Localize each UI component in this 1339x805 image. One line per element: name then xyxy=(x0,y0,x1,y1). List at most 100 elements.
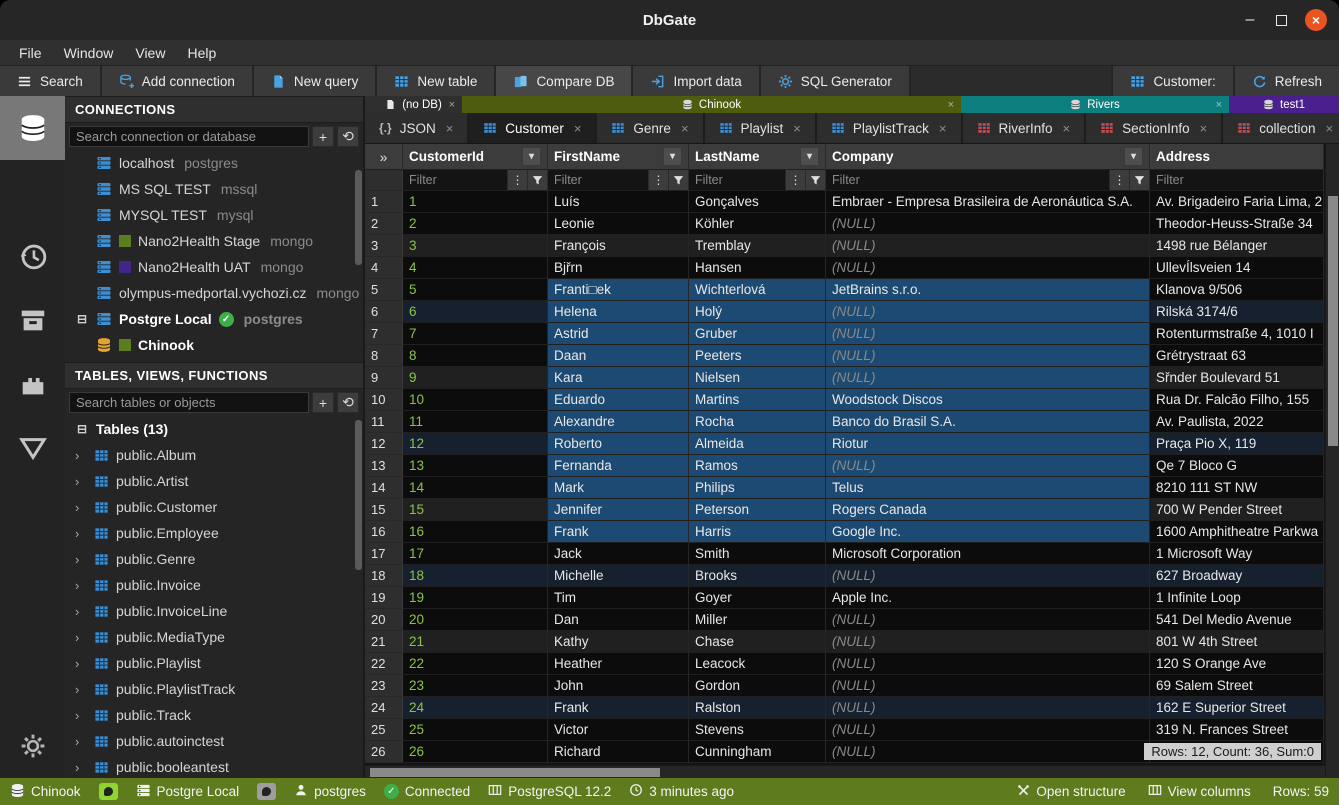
row-number[interactable]: 24 xyxy=(365,697,403,719)
cell-lastname[interactable]: Peterson xyxy=(689,499,826,521)
kebab-menu-icon[interactable]: ⋮ xyxy=(648,170,668,190)
cell-address[interactable]: Av. Brigadeiro Faria Lima, 2 xyxy=(1150,191,1324,213)
expand-chevron-icon[interactable]: › xyxy=(75,500,87,515)
cell-firstname[interactable]: John xyxy=(548,675,689,697)
expand-chevron-icon[interactable]: › xyxy=(75,656,87,671)
cell-firstname[interactable]: Helena xyxy=(548,301,689,323)
expand-chevron-icon[interactable]: › xyxy=(75,760,87,775)
cell-company[interactable]: Riotur xyxy=(826,433,1150,455)
funnel-icon[interactable] xyxy=(527,170,547,190)
table-item[interactable]: ›public.Track xyxy=(65,702,363,728)
cell-customerid[interactable]: 21 xyxy=(403,631,548,653)
cell-address[interactable]: 120 S Orange Ave xyxy=(1150,653,1324,675)
cell-lastname[interactable]: Cunningham xyxy=(689,741,826,763)
cell-company[interactable]: (NULL) xyxy=(826,455,1150,477)
cell-lastname[interactable]: Miller xyxy=(689,609,826,631)
cell-lastname[interactable]: Gordon xyxy=(689,675,826,697)
table-item[interactable]: ›public.Album xyxy=(65,442,363,468)
row-number[interactable]: 10 xyxy=(365,389,403,411)
menu-window[interactable]: Window xyxy=(55,43,123,63)
cell-company[interactable]: (NULL) xyxy=(826,609,1150,631)
cell-company[interactable]: JetBrains s.r.o. xyxy=(826,279,1150,301)
row-number[interactable]: 16 xyxy=(365,521,403,543)
cell-address[interactable]: Rua Dr. Falcão Filho, 155 xyxy=(1150,389,1324,411)
cell-firstname[interactable]: Kara xyxy=(548,367,689,389)
open-structure-button[interactable]: Open structure xyxy=(1017,784,1125,800)
cell-address[interactable]: Qe 7 Bloco G xyxy=(1150,455,1324,477)
cell-company[interactable]: (NULL) xyxy=(826,719,1150,741)
cell-lastname[interactable]: Gruber xyxy=(689,323,826,345)
funnel-icon[interactable] xyxy=(805,170,825,190)
cell-firstname[interactable]: Astrid xyxy=(548,323,689,345)
row-number[interactable]: 3 xyxy=(365,235,403,257)
tab-group-rivers[interactable]: Rivers× xyxy=(961,96,1229,113)
cell-lastname[interactable]: Wichterlová xyxy=(689,279,826,301)
row-number[interactable]: 18 xyxy=(365,565,403,587)
close-icon[interactable]: × xyxy=(793,121,801,136)
tab-genre[interactable]: Genre× xyxy=(597,113,704,143)
cell-lastname[interactable]: Ramos xyxy=(689,455,826,477)
cell-company[interactable]: (NULL) xyxy=(826,235,1150,257)
kebab-menu-icon[interactable]: ⋮ xyxy=(507,170,527,190)
view-columns-button[interactable]: View columns xyxy=(1148,783,1251,800)
cell-address[interactable]: Theodor-Heuss-Straße 34 xyxy=(1150,213,1324,235)
cell-customerid[interactable]: 26 xyxy=(403,741,548,763)
cell-lastname[interactable]: Hansen xyxy=(689,257,826,279)
close-icon[interactable]: × xyxy=(446,121,454,136)
cell-company[interactable]: Woodstock Discos xyxy=(826,389,1150,411)
connection-color-button[interactable] xyxy=(257,783,276,800)
menu-view[interactable]: View xyxy=(126,43,174,63)
cell-company[interactable]: (NULL) xyxy=(826,741,1150,763)
tables-search-input[interactable]: Search tables or objects xyxy=(69,392,309,413)
cell-address[interactable]: Grétrystraat 63 xyxy=(1150,345,1324,367)
cell-customerid[interactable]: 15 xyxy=(403,499,548,521)
cell-firstname[interactable]: Frank xyxy=(548,697,689,719)
tables-scrollbar-thumb[interactable] xyxy=(355,420,362,570)
cell-firstname[interactable]: Luís xyxy=(548,191,689,213)
cell-firstname[interactable]: Victor xyxy=(548,719,689,741)
maximize-button[interactable] xyxy=(1276,15,1287,26)
menu-file[interactable]: File xyxy=(10,43,51,63)
cell-company[interactable]: (NULL) xyxy=(826,675,1150,697)
filter-input[interactable]: Filter xyxy=(548,170,648,190)
cell-firstname[interactable]: Eduardo xyxy=(548,389,689,411)
filter-input[interactable]: Filter xyxy=(826,170,1109,190)
table-item[interactable]: ›public.booleantest xyxy=(65,754,363,778)
cell-address[interactable]: 162 E Superior Street xyxy=(1150,697,1324,719)
cell-firstname[interactable]: Richard xyxy=(548,741,689,763)
cell-lastname[interactable]: Tremblay xyxy=(689,235,826,257)
connection-item[interactable]: MYSQL TESTmysql xyxy=(65,202,363,228)
cell-firstname[interactable]: Daan xyxy=(548,345,689,367)
filter-input[interactable]: Filter xyxy=(1150,170,1323,190)
connection-item[interactable]: MS SQL TESTmssql xyxy=(65,176,363,202)
cell-lastname[interactable]: Ralston xyxy=(689,697,826,719)
connection-item[interactable]: olympus-medportal.vychozi.czmongo xyxy=(65,280,363,306)
column-header-address[interactable]: Address xyxy=(1150,144,1324,170)
cell-customerid[interactable]: 13 xyxy=(403,455,548,477)
cell-address[interactable]: 1 Infinite Loop xyxy=(1150,587,1324,609)
row-number[interactable]: 12 xyxy=(365,433,403,455)
cell-address[interactable]: Rilská 3174/6 xyxy=(1150,301,1324,323)
row-number[interactable]: 1 xyxy=(365,191,403,213)
table-item[interactable]: ›public.Genre xyxy=(65,546,363,572)
cell-company[interactable]: (NULL) xyxy=(826,257,1150,279)
expand-chevron-icon[interactable]: › xyxy=(75,708,87,723)
cell-lastname[interactable]: Rocha xyxy=(689,411,826,433)
chevron-down-icon[interactable]: ▾ xyxy=(663,147,682,166)
connections-scrollbar-thumb[interactable] xyxy=(355,170,362,265)
cell-lastname[interactable]: Leacock xyxy=(689,653,826,675)
rail-filter-icon[interactable] xyxy=(0,416,65,480)
cell-address[interactable]: 69 Salem Street xyxy=(1150,675,1324,697)
cell-customerid[interactable]: 9 xyxy=(403,367,548,389)
cell-company[interactable]: Telus xyxy=(826,477,1150,499)
customer-button[interactable]: Customer: xyxy=(1111,66,1232,96)
table-item[interactable]: ›public.PlaylistTrack xyxy=(65,676,363,702)
close-icon[interactable]: × xyxy=(1200,121,1208,136)
menu-help[interactable]: Help xyxy=(178,43,225,63)
expand-chevron-icon[interactable]: › xyxy=(75,474,87,489)
rail-database-icon[interactable] xyxy=(0,96,65,160)
cell-firstname[interactable]: Bjřrn xyxy=(548,257,689,279)
cell-customerid[interactable]: 8 xyxy=(403,345,548,367)
cell-company[interactable]: Apple Inc. xyxy=(826,587,1150,609)
cell-lastname[interactable]: Goyer xyxy=(689,587,826,609)
